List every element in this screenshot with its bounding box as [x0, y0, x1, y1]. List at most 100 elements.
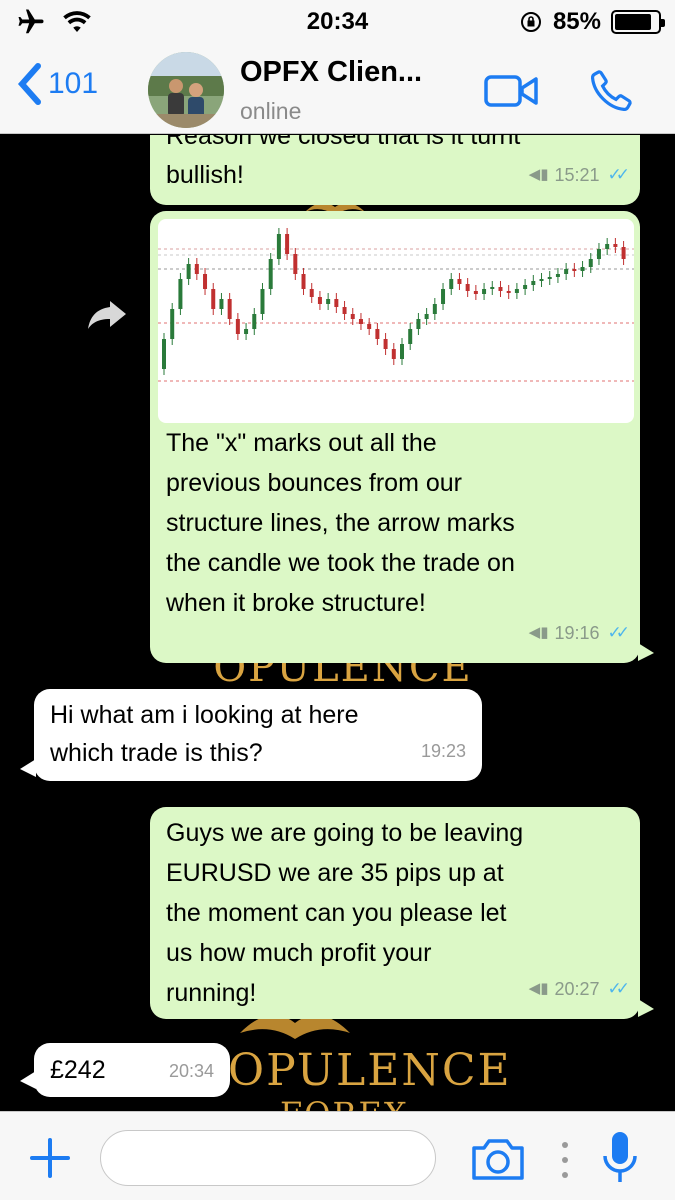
- message-text: £242: [50, 1056, 106, 1084]
- avatar[interactable]: [148, 52, 224, 128]
- candle-body: [383, 339, 388, 349]
- candle-body: [235, 319, 240, 334]
- candle-body: [186, 264, 191, 279]
- chat-status: online: [240, 98, 302, 124]
- candle-body: [317, 297, 322, 304]
- message-meta: ◀▮ 15:21 ✓✓: [529, 155, 630, 195]
- candle-body: [588, 259, 593, 267]
- message-text: The "x" marks out all the: [166, 429, 437, 457]
- message-time: 20:27: [554, 979, 600, 999]
- candle-body: [326, 299, 331, 304]
- candle-body: [293, 254, 298, 274]
- bubble-tail: [20, 1071, 36, 1089]
- message-bubble-3[interactable]: Hi what am i looking at here which trade…: [34, 689, 482, 781]
- candle-body: [285, 234, 290, 254]
- candle-body: [523, 285, 528, 289]
- speaker-icon: ◀▮: [528, 624, 549, 641]
- more-options-icon[interactable]: [560, 1140, 570, 1180]
- chat-area[interactable]: OPULENCE OPULENCE FOREX Reason we closed…: [0, 135, 675, 1111]
- message-time: 19:16: [554, 623, 600, 643]
- candle-body: [334, 299, 339, 307]
- candle-body: [547, 277, 552, 279]
- candle-body: [375, 329, 380, 339]
- message-time: 19:23: [420, 741, 466, 761]
- message-bubble-5[interactable]: £242 20:34: [34, 1043, 230, 1097]
- candle-body: [506, 291, 511, 293]
- message-bubble-1[interactable]: Reason we closed that is it turnt bullis…: [150, 135, 640, 205]
- candle-body: [203, 274, 208, 289]
- message-text: when it broke structure!: [166, 589, 426, 617]
- candle-body: [260, 289, 265, 314]
- candle-body: [572, 269, 577, 271]
- message-text: the moment can you please let: [166, 899, 507, 927]
- candle-body: [424, 314, 429, 319]
- candle-body: [252, 314, 257, 329]
- candle-body: [621, 247, 626, 259]
- candle-body: [244, 329, 249, 334]
- candle-body: [219, 299, 224, 309]
- message-bubble-4[interactable]: Guys we are going to be leaving EURUSD w…: [150, 807, 640, 1019]
- candle-body: [400, 344, 404, 359]
- candle-body: [194, 264, 199, 274]
- back-button[interactable]: 101: [16, 62, 98, 106]
- candle-body: [342, 307, 347, 314]
- candle-body: [227, 299, 232, 319]
- candle-body: [211, 289, 216, 309]
- candle-body: [408, 329, 413, 344]
- message-meta: 19:23: [421, 731, 466, 771]
- message-meta: ◀▮ 19:16 ✓✓: [528, 613, 630, 653]
- candle-body: [482, 289, 487, 294]
- rotation-lock-icon: [520, 12, 541, 32]
- candle-body: [170, 309, 175, 339]
- message-text: Hi what am i looking at here: [50, 701, 359, 729]
- chevron-left-icon: [17, 63, 41, 105]
- chat-title[interactable]: OPFX Clien...: [240, 56, 422, 89]
- wallpaper-brand-sub: FOREX: [280, 1095, 409, 1111]
- plus-icon[interactable]: [28, 1136, 72, 1180]
- chat-header: 101 OPFX Clien... online: [0, 44, 675, 134]
- forward-icon[interactable]: [84, 297, 130, 333]
- camera-icon[interactable]: [470, 1134, 526, 1182]
- candle-body: [531, 281, 536, 285]
- phone-icon[interactable]: [588, 66, 636, 114]
- chart-image[interactable]: [158, 219, 634, 423]
- message-text: running!: [166, 979, 257, 1007]
- candle-body: [539, 279, 544, 281]
- candle-body: [490, 287, 495, 289]
- candle-body: [457, 279, 462, 284]
- candlestick-chart: [158, 228, 634, 382]
- candle-body: [564, 269, 569, 274]
- candle-body: [613, 244, 618, 247]
- candle-body: [309, 289, 314, 297]
- candle-body: [276, 234, 281, 259]
- bubble-tail: [20, 759, 36, 777]
- candle-body: [514, 289, 519, 293]
- candle-body: [555, 274, 560, 277]
- message-input[interactable]: [100, 1130, 436, 1186]
- message-text: us how much profit your: [166, 939, 432, 967]
- candle-body: [416, 319, 421, 329]
- candle-body: [301, 274, 306, 289]
- microphone-icon[interactable]: [600, 1130, 640, 1186]
- message-text: EURUSD we are 35 pips up at: [166, 859, 504, 887]
- battery-percent: 85%: [552, 8, 601, 35]
- bubble-tail: [638, 643, 654, 661]
- message-bubble-2[interactable]: The "x" marks out all the previous bounc…: [150, 211, 640, 663]
- video-call-icon[interactable]: [484, 74, 540, 108]
- candle-body: [178, 279, 183, 309]
- candle-body: [162, 339, 166, 369]
- candle-body: [605, 244, 610, 249]
- candle-body: [268, 259, 273, 289]
- status-right: 85%: [519, 8, 665, 36]
- speaker-icon: ◀▮: [528, 980, 549, 997]
- battery-icon: [611, 10, 665, 34]
- candle-body: [465, 284, 470, 291]
- candle-body: [596, 249, 601, 259]
- candle-body: [498, 287, 503, 291]
- message-text: previous bounces from our: [166, 469, 462, 497]
- unread-count: 101: [48, 67, 99, 100]
- message-text: the candle we took the trade on: [166, 549, 515, 577]
- candle-body: [580, 267, 585, 271]
- input-bar: [0, 1111, 675, 1200]
- candle-body: [449, 279, 454, 289]
